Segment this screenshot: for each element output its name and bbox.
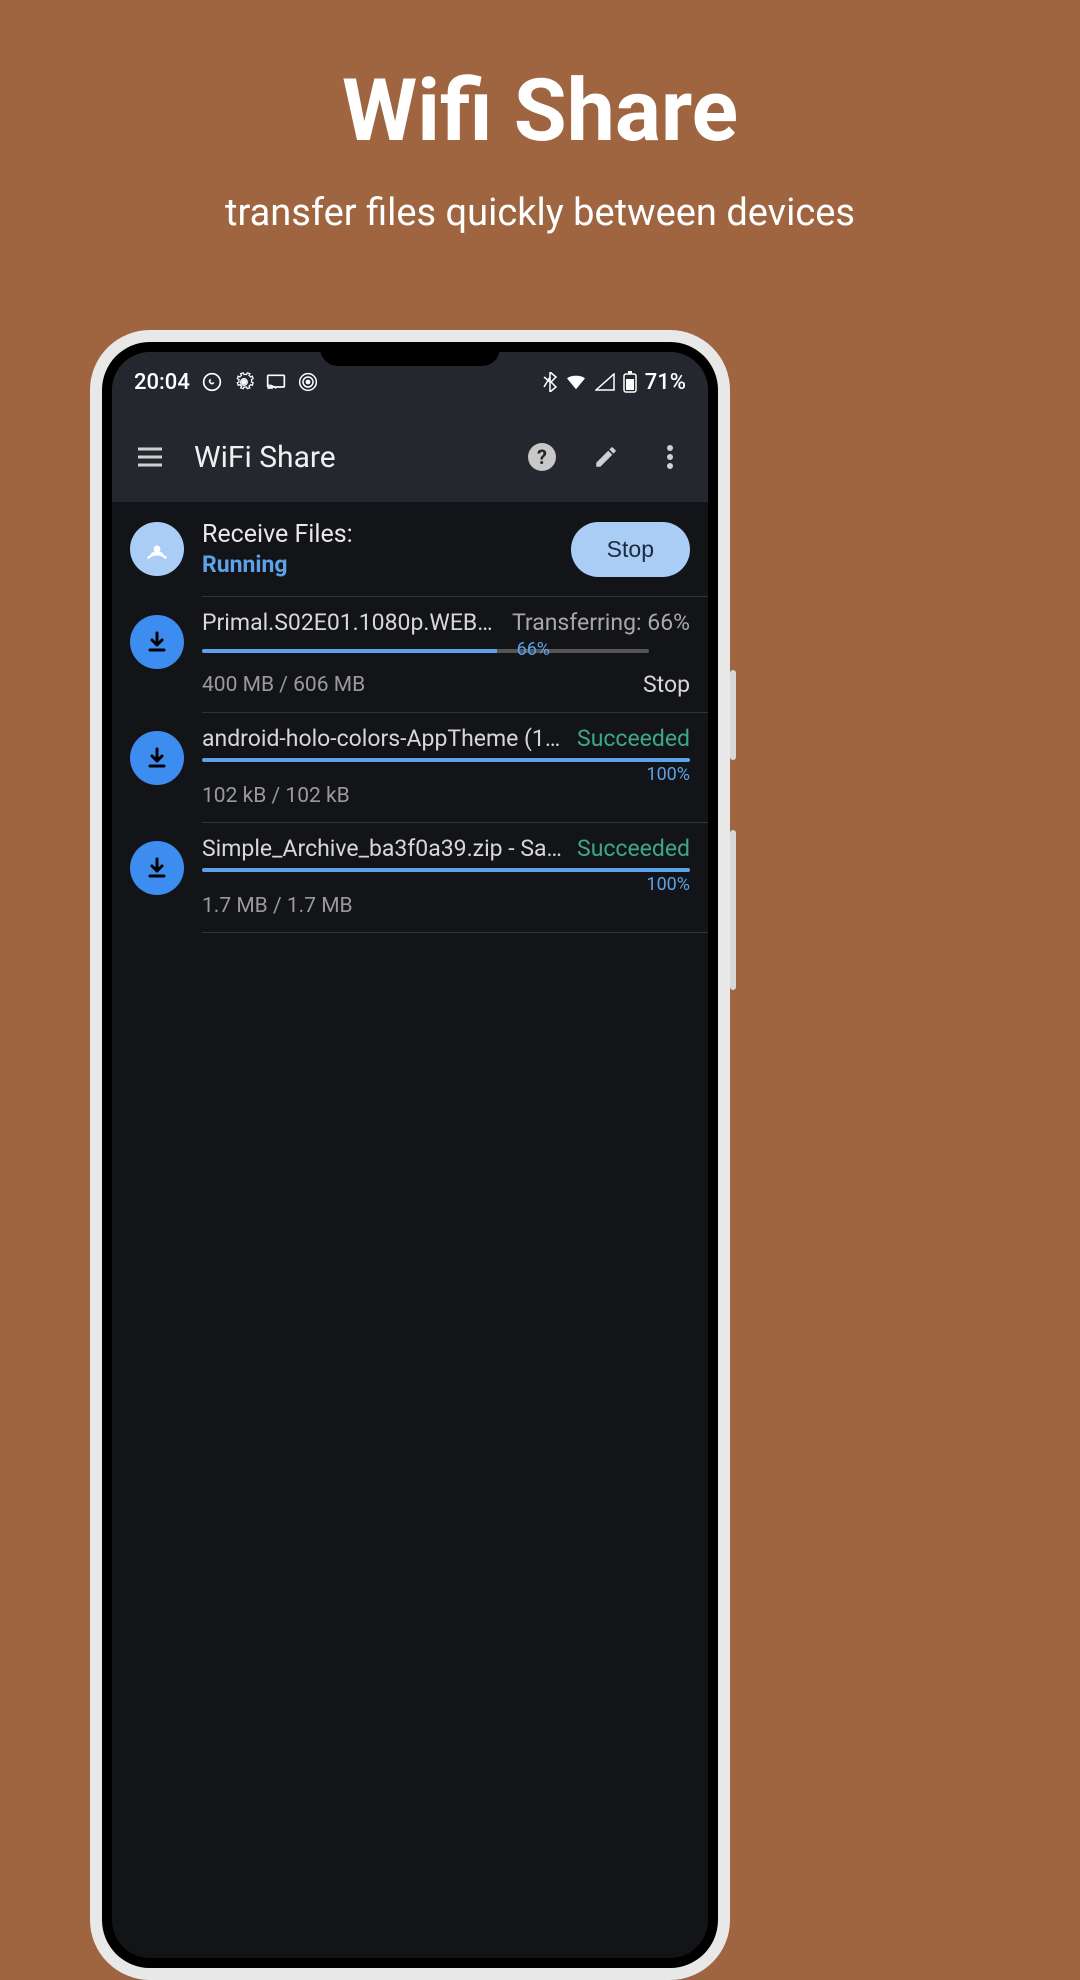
progress-percent: 66% [517,639,550,660]
stop-button[interactable]: Stop [571,522,690,577]
app-title: WiFi Share [194,440,498,475]
phone-side-button [730,830,736,990]
progress-bar [202,649,649,653]
app-screen: 20:04 [112,352,708,1958]
signal-icon [595,373,615,391]
receive-label: Receive Files: [202,520,553,549]
download-icon [130,731,184,785]
receive-status: Running [202,551,553,578]
transfer-size: 102 kB / 102 kB [202,784,350,808]
progress-percent: 100% [646,764,690,785]
phone-notch [320,342,500,366]
transfer-status: Succeeded [577,725,690,752]
transfer-item[interactable]: Simple_Archive_ba3f0a39.zip - Samsu… Suc… [112,823,708,932]
transfer-filename: android-holo-colors-AppTheme (1).zip.… [202,725,567,752]
hotspot-icon [130,522,184,576]
transfer-filename: Simple_Archive_ba3f0a39.zip - Samsu… [202,835,567,862]
transfer-filename: Primal.S02E01.1080p.WEBRip.x… [202,609,502,636]
transfer-status: Succeeded [577,835,690,862]
download-icon [130,615,184,669]
whatsapp-icon [202,372,222,392]
cast-icon [266,373,286,391]
menu-icon[interactable] [130,437,170,477]
progress-bar [202,868,690,872]
bluetooth-icon [543,372,557,392]
promo-subtitle: transfer files quickly between devices [0,191,1080,235]
promo-title: Wifi Share [0,60,1080,161]
edit-icon[interactable] [586,437,626,477]
hotspot-icon [298,372,318,392]
transfer-item[interactable]: android-holo-colors-AppTheme (1).zip.… S… [112,713,708,822]
status-battery-pct: 71% [645,370,686,395]
transfer-size: 400 MB / 606 MB [202,673,365,697]
transfer-status: Transferring: 66% [512,609,690,636]
transfer-stop-link[interactable]: Stop [643,671,690,698]
more-icon[interactable] [650,437,690,477]
transfer-size: 1.7 MB / 1.7 MB [202,894,353,918]
svg-text:?: ? [537,445,547,469]
download-icon [130,841,184,895]
gear-icon [234,372,254,392]
help-icon[interactable]: ? [522,437,562,477]
status-time: 20:04 [134,370,190,395]
phone-frame: 20:04 [90,330,730,1980]
progress-bar [202,758,690,762]
wifi-icon [565,373,587,391]
phone-side-button [730,670,736,760]
receive-files-row: Receive Files: Running Stop [112,502,708,596]
progress-percent: 100% [646,874,690,895]
battery-icon [623,371,637,393]
transfer-item[interactable]: Primal.S02E01.1080p.WEBRip.x… Transferri… [112,597,708,712]
app-bar: WiFi Share ? [112,412,708,502]
